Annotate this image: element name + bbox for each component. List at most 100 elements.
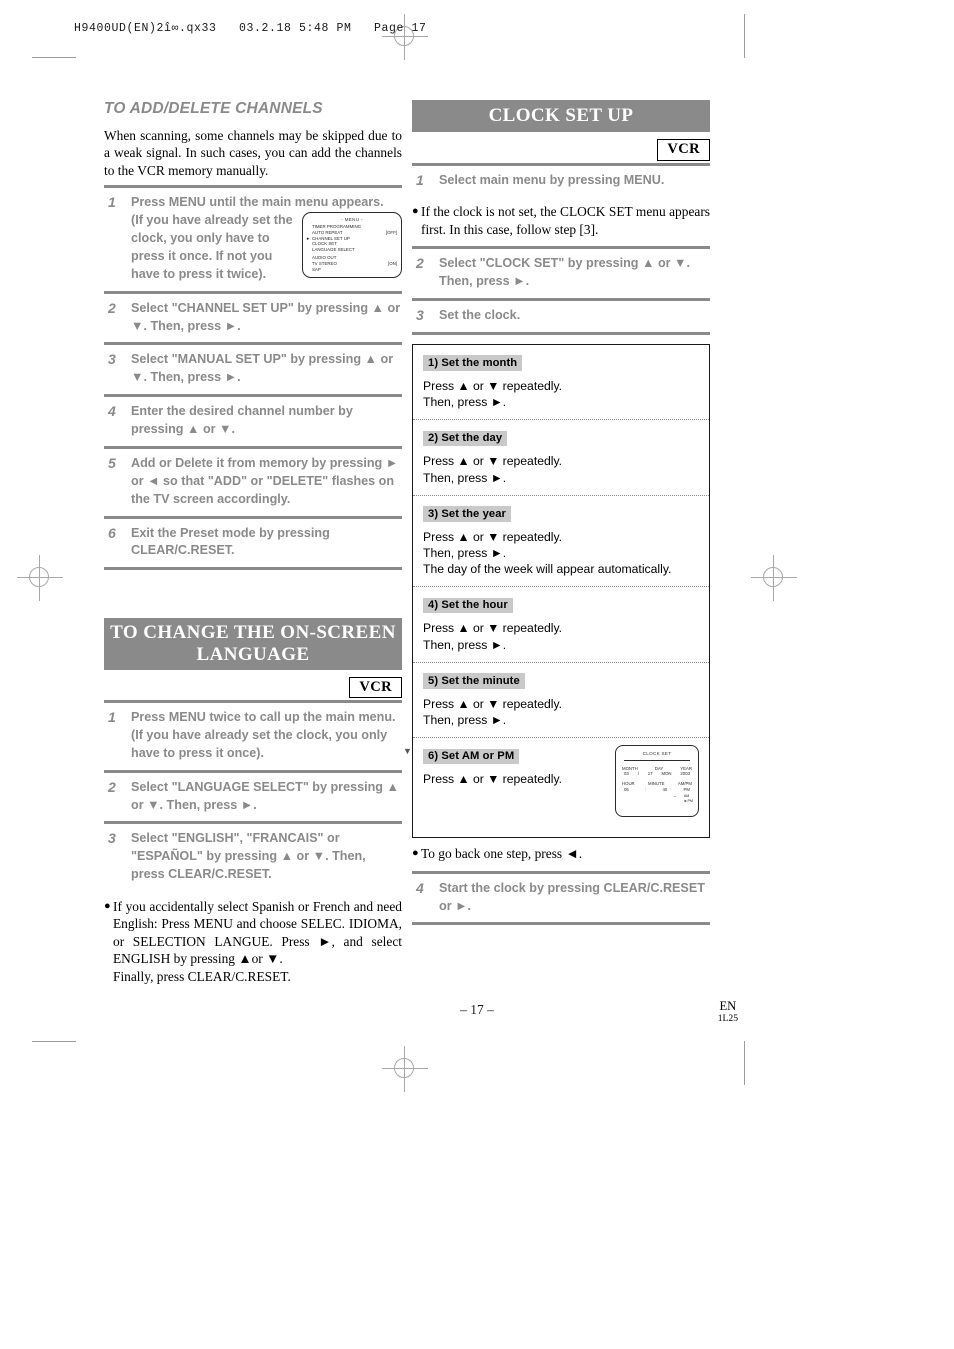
right-column: CLOCK SET UP VCR 1 Select main menu by p… bbox=[403, 100, 710, 926]
clock-substep-heading: 3) Set the year bbox=[423, 506, 511, 522]
step-number: 5 bbox=[108, 454, 116, 471]
step-text: Start the clock by pressing CLEAR/C.RESE… bbox=[439, 880, 705, 913]
step-item: 1 Press MENU until the main menu appears… bbox=[104, 188, 402, 290]
step-number: 6 bbox=[108, 524, 116, 541]
clock-substep-body: Press ▲ or ▼ repeatedly. Then, press ►. bbox=[423, 620, 699, 652]
clock-screen-date-values: 03 / 17 MON 2003 bbox=[622, 771, 692, 776]
ampm-option-list: AM ►PM bbox=[684, 794, 693, 803]
step-text: Select main menu by pressing MENU. bbox=[439, 172, 665, 187]
step-text: Enter the desired channel number by pres… bbox=[131, 404, 353, 437]
value-hour: 05 bbox=[624, 786, 629, 792]
clock-substep-body: Press ▲ or ▼ repeatedly. Then, press ►. … bbox=[423, 529, 699, 578]
clock-substep: 1) Set the month Press ▲ or ▼ repeatedly… bbox=[413, 345, 709, 419]
clock-substep-line: Then, press ►. bbox=[423, 713, 507, 728]
ampm-option-pm-label: PM bbox=[687, 798, 693, 803]
bullet-icon: ● bbox=[412, 205, 419, 218]
clock-substep-line: Press ▲ or ▼ repeatedly. bbox=[423, 772, 563, 787]
left-column: TO ADD/DELETE CHANNELS When scanning, so… bbox=[104, 100, 402, 993]
value-minute: 40 bbox=[662, 786, 668, 792]
language-note-body: If you accidentally select Spanish or Fr… bbox=[113, 899, 402, 967]
step-item: 3 Select "MANUAL SET UP" by pressing ▲ o… bbox=[104, 345, 402, 394]
section-title-change-language: TO CHANGE THE ON-SCREEN LANGUAGE bbox=[104, 618, 402, 670]
step-text: Add or Delete it from memory by pressing… bbox=[131, 455, 399, 506]
value-month: 03 bbox=[624, 771, 629, 777]
clock-substep-line: Press ▲ or ▼ repeatedly. bbox=[423, 378, 563, 393]
step-divider bbox=[412, 922, 710, 926]
step-number: 4 bbox=[108, 403, 116, 420]
side-pointer-icon: ▼ bbox=[403, 746, 412, 757]
bullet-icon: ● bbox=[412, 847, 419, 860]
step-text: Select "CHANNEL SET UP" by pressing ▲ or… bbox=[131, 300, 401, 333]
step-number: 1 bbox=[108, 194, 116, 211]
clock-substep-heading: 2) Set the day bbox=[423, 430, 508, 447]
trim-mark-top-left bbox=[32, 57, 76, 58]
clock-substep-heading: 6) Set AM or PM bbox=[423, 748, 520, 765]
value-year: 2003 bbox=[680, 771, 690, 777]
clock-screen-time-group: HOUR MINUTE AM/PM 05 : 40 PM bbox=[616, 781, 698, 792]
trim-mark-top-right bbox=[744, 14, 745, 58]
step-item: 2 Select "CLOCK SET" by pressing ▲ or ▼.… bbox=[412, 249, 710, 298]
clock-substep-line: Press ▲ or ▼ repeatedly. bbox=[423, 529, 563, 544]
step-number: 3 bbox=[108, 830, 116, 847]
step-text: Select "MANUAL SET UP" by pressing ▲ or … bbox=[131, 352, 394, 385]
clock-substeps-box: 1) Set the month Press ▲ or ▼ repeatedly… bbox=[403, 343, 710, 839]
ampm-option-am-label: AM bbox=[683, 794, 690, 798]
step-item: 1 Select main menu by pressing MENU. bbox=[412, 166, 710, 197]
menu-item: SAP bbox=[312, 267, 397, 273]
date-separator: / bbox=[637, 771, 639, 777]
value-weekday: MON bbox=[661, 771, 672, 777]
clock-substep-body: Press ▲ or ▼ repeatedly. Then, press ►. bbox=[423, 453, 699, 485]
trim-mark-bottom-left bbox=[32, 1041, 76, 1042]
bullet-icon: ● bbox=[104, 900, 111, 913]
value-day: 17 bbox=[647, 771, 653, 777]
step-number: 3 bbox=[108, 351, 116, 368]
clock-substep: 3) Set the year Press ▲ or ▼ repeatedly.… bbox=[413, 494, 709, 587]
vcr-badge: VCR bbox=[349, 676, 402, 699]
clock-substep-heading: 4) Set the hour bbox=[423, 597, 513, 614]
menu-item-label: LANGUAGE SELECT bbox=[312, 247, 355, 253]
step-item: 3 Select "ENGLISH", "FRANCAIS" or "ESPAÑ… bbox=[104, 824, 402, 891]
step-number: 1 bbox=[416, 171, 424, 188]
registration-mark-left bbox=[17, 555, 63, 601]
section-title-add-delete-channels: TO ADD/DELETE CHANNELS bbox=[104, 100, 323, 117]
vcr-badge-row-language: VCR bbox=[104, 676, 402, 699]
step-text: Select "ENGLISH", "FRANCAIS" or "ESPAÑOL… bbox=[131, 831, 366, 882]
menu-screen-list: TIMER PROGRAMMING AUTO REPEAT [OFF] ► CH… bbox=[303, 224, 401, 272]
clock-substep-line: Then, press ►. bbox=[423, 637, 507, 652]
step-number: 3 bbox=[416, 306, 424, 323]
add-delete-channels-intro: When scanning, some channels may be skip… bbox=[104, 128, 402, 178]
language-note-tail: Finally, press CLEAR/C.RESET. bbox=[113, 968, 291, 984]
step-item: 2 Select "CHANNEL SET UP" by pressing ▲ … bbox=[104, 294, 402, 343]
clock-substep-line: Press ▲ or ▼ repeatedly. bbox=[423, 696, 563, 711]
clock-note-1-text: If the clock is not set, the CLOCK SET m… bbox=[421, 204, 710, 237]
registration-mark-right bbox=[751, 555, 797, 601]
clock-substep-heading: 1) Set the month bbox=[423, 355, 523, 371]
print-job-header: H9400UD(EN)2î∞.qx33 03.2.18 5:48 PM Page… bbox=[74, 22, 427, 35]
menu-item-label: SAP bbox=[312, 266, 321, 272]
clock-substep-heading: 5) Set the minute bbox=[423, 673, 525, 689]
clock-substep: 4) Set the hour Press ▲ or ▼ repeatedly.… bbox=[413, 586, 709, 661]
language-note-text: If you accidentally select Spanish or Fr… bbox=[113, 898, 402, 985]
ampm-pointer-icon: – bbox=[673, 794, 676, 800]
step-text: Exit the Preset mode by pressing CLEAR/C… bbox=[131, 525, 330, 558]
trim-mark-bottom-right bbox=[744, 1041, 745, 1085]
step-number: 1 bbox=[108, 709, 116, 726]
time-separator: : bbox=[645, 786, 647, 792]
page-number: – 17 – bbox=[460, 1002, 494, 1017]
clock-substep-body: Press ▲ or ▼ repeatedly. Then, press ►. bbox=[423, 378, 699, 410]
clock-note-1: ● If the clock is not set, the CLOCK SET… bbox=[412, 203, 710, 238]
step-text: Select "LANGUAGE SELECT" by pressing ▲ o… bbox=[131, 779, 399, 812]
vcr-badge: VCR bbox=[657, 139, 710, 161]
clock-substep-line: Press ▲ or ▼ repeatedly. bbox=[423, 454, 563, 469]
step-item: 3 Set the clock. bbox=[412, 301, 710, 332]
clock-substep-line: Then, press ►. bbox=[423, 470, 507, 485]
clock-substep: 5) Set the minute Press ▲ or ▼ repeatedl… bbox=[413, 661, 709, 737]
section-title-clock-set-up: CLOCK SET UP bbox=[412, 100, 710, 133]
menu-item: LANGUAGE SELECT bbox=[312, 247, 397, 253]
clock-screen-date-group: MONTH DAY YEAR 03 / 17 MON 2003 bbox=[616, 766, 698, 777]
clock-substep: 2) Set the day Press ▲ or ▼ repeatedly. … bbox=[413, 419, 709, 494]
step-text: Set the clock. bbox=[439, 307, 521, 322]
clock-substep-line: Then, press ►. bbox=[423, 545, 507, 560]
registration-mark-bottom bbox=[382, 1046, 428, 1092]
vcr-badge-row-clock: VCR bbox=[412, 139, 710, 161]
